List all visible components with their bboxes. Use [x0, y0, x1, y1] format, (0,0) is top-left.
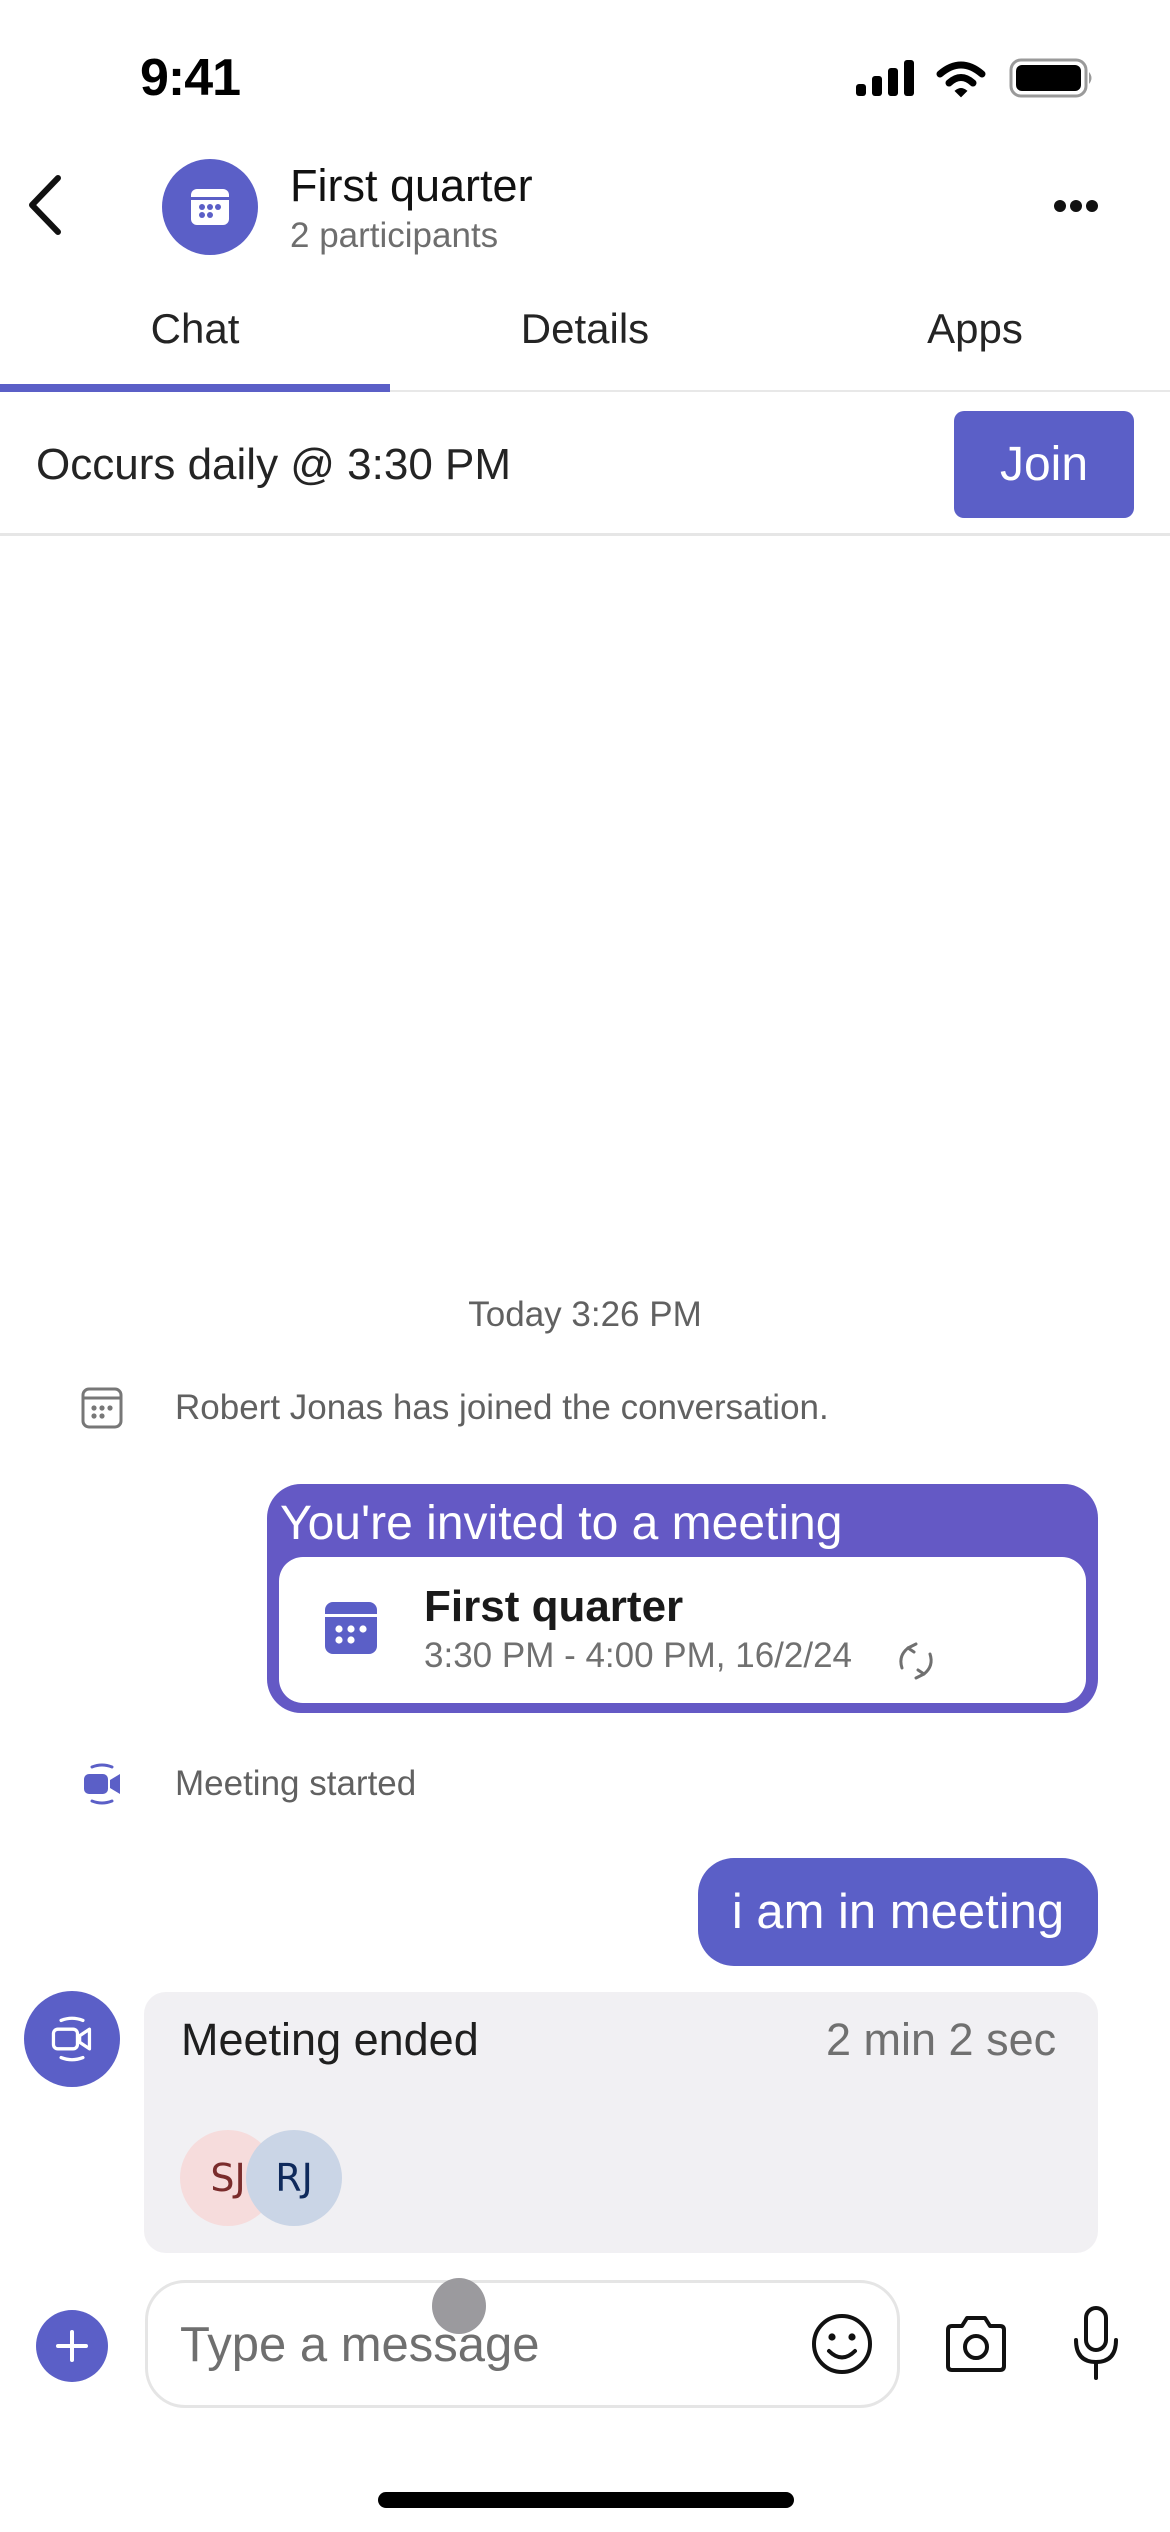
system-message-joined: Robert Jonas has joined the conversation… [175, 1388, 829, 1427]
battery-icon [1009, 58, 1092, 98]
video-call-icon [84, 1763, 120, 1805]
meeting-ended-title: Meeting ended [181, 2014, 479, 2065]
status-time: 9:41 [140, 49, 241, 107]
meeting-bar-divider [0, 533, 1170, 536]
microphone-button[interactable] [1072, 2304, 1120, 2384]
cellular-signal-icon [856, 60, 914, 96]
join-button[interactable]: Join [954, 411, 1134, 518]
home-indicator [378, 2492, 794, 2508]
tab-chat[interactable]: Chat [0, 305, 390, 353]
calendar-icon [325, 1602, 377, 1654]
touch-indicator [432, 2278, 486, 2334]
emoji-icon [812, 2314, 872, 2374]
invite-meeting-time: 3:30 PM - 4:00 PM, 16/2/24 [424, 1636, 853, 1675]
calendar-icon [191, 189, 229, 225]
more-horizontal-icon [1054, 200, 1098, 212]
message-composer [145, 2280, 900, 2408]
plus-icon [56, 2330, 88, 2362]
meeting-duration: 2 min 2 sec [826, 2014, 1057, 2065]
chat-avatar[interactable] [162, 159, 258, 255]
message-timestamp: Today 3:26 PM [468, 1295, 702, 1334]
invite-meeting-name: First quarter [424, 1582, 684, 1631]
microphone-icon [1074, 2306, 1118, 2380]
wifi-icon [936, 61, 986, 98]
video-call-icon [51, 2016, 92, 2062]
tab-divider [390, 390, 1170, 392]
repeat-icon [899, 1642, 933, 1680]
meeting-ended-avatar [24, 1991, 120, 2087]
chat-title[interactable]: First quarter [290, 160, 533, 212]
more-options-button[interactable] [1040, 186, 1110, 226]
chevron-left-icon [29, 175, 61, 235]
participants-count[interactable]: 2 participants [290, 216, 498, 256]
status-icons [856, 58, 1092, 98]
invite-heading: You're invited to a meeting [280, 1497, 843, 1550]
back-button[interactable] [22, 172, 72, 238]
camera-button[interactable] [942, 2312, 1010, 2376]
tab-details[interactable]: Details [390, 305, 780, 353]
sent-message-bubble[interactable]: i am in meeting [698, 1858, 1098, 1966]
emoji-button[interactable] [806, 2308, 878, 2380]
active-tab-indicator [0, 384, 390, 392]
add-attachment-button[interactable] [36, 2310, 108, 2382]
calendar-icon [81, 1387, 123, 1429]
camera-icon [946, 2316, 1006, 2372]
system-message-meeting-started: Meeting started [175, 1764, 417, 1803]
participant-avatar[interactable]: RJ [246, 2130, 342, 2226]
tab-apps[interactable]: Apps [780, 305, 1170, 353]
meeting-recurrence: Occurs daily @ 3:30 PM [36, 440, 512, 489]
